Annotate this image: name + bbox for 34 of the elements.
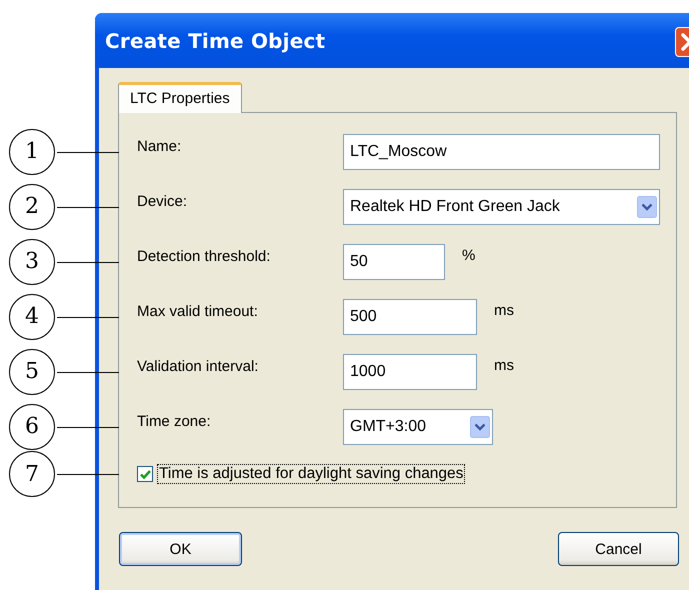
- callout-number: 3: [9, 238, 55, 284]
- chevron-down-icon: [637, 196, 657, 218]
- text-field[interactable]: 500: [343, 298, 477, 334]
- field-label: Device:: [137, 193, 188, 210]
- leader-line: [57, 206, 119, 208]
- callout-number: 5: [9, 348, 55, 394]
- field-label: Time zone:: [137, 413, 212, 430]
- checkbox[interactable]: [137, 466, 153, 482]
- ok-button[interactable]: OK: [119, 532, 242, 566]
- window-title: Create Time Object: [105, 28, 326, 52]
- chevron-down-icon: [470, 416, 490, 438]
- text-field[interactable]: 50: [343, 244, 445, 280]
- cancel-button[interactable]: Cancel: [558, 532, 679, 566]
- callout-number: 1: [9, 128, 55, 174]
- dropdown-field[interactable]: Realtek HD Front Green Jack: [343, 188, 660, 224]
- unit-label: ms: [494, 302, 514, 319]
- field-label: Validation interval:: [137, 358, 260, 375]
- unit-label: %: [462, 247, 476, 264]
- checkbox-label[interactable]: Time is adjusted for daylight saving changes: [157, 464, 466, 484]
- callout-number: 2: [9, 184, 55, 230]
- callout-number: 6: [9, 404, 55, 450]
- text-field[interactable]: 1000: [343, 354, 477, 390]
- leader-line: [57, 316, 119, 318]
- dropdown-field[interactable]: GMT+3:00: [343, 408, 493, 444]
- text-field[interactable]: LTC_Moscow: [343, 134, 660, 170]
- tab[interactable]: LTC Properties: [118, 82, 242, 113]
- leader-line: [57, 474, 119, 475]
- field-label: Name:: [137, 138, 182, 155]
- callout-number: 7: [9, 451, 55, 497]
- leader-line: [57, 426, 119, 428]
- field-label: Max valid timeout:: [137, 303, 259, 320]
- callout-number: 4: [9, 294, 55, 340]
- field-label: Detection threshold:: [137, 248, 272, 265]
- unit-label: ms: [494, 357, 514, 374]
